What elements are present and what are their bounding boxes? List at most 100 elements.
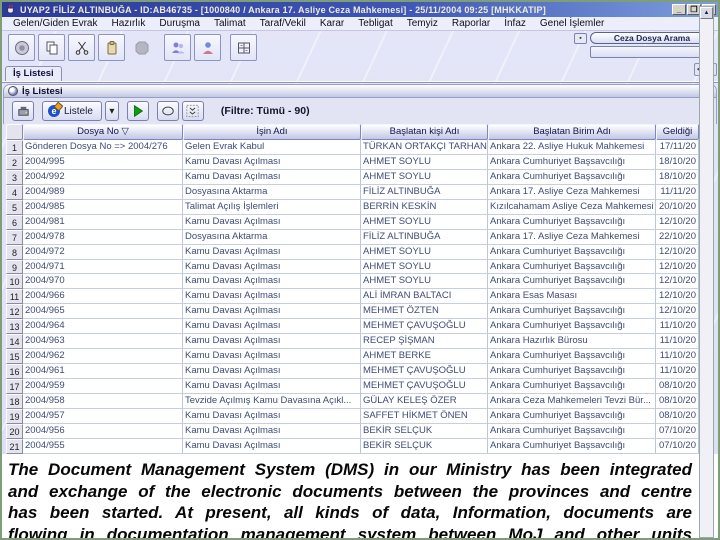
table-row[interactable]: 1 Gönderen Dosya No => 2004/276 Gelen Evra… xyxy=(6,140,699,155)
table-row[interactable]: 10 2004/970 Kamu Davası Açılması AHMET SOYL… xyxy=(6,274,699,290)
menu-item[interactable]: Duruşma xyxy=(152,18,207,29)
menu-item[interactable]: Raporlar xyxy=(445,18,497,29)
table-cell: Dosyasına Aktarma xyxy=(183,229,361,245)
listele-dropdown-button[interactable]: ▾ xyxy=(104,101,119,121)
menu-item[interactable]: Karar xyxy=(313,18,351,29)
criteria-icon[interactable] xyxy=(12,101,34,121)
menu-item[interactable]: Gelen/Giden Evrak xyxy=(6,18,105,29)
table-row[interactable]: 21 2004/955 Kamu Davası Açılması BEKİR SELÇ… xyxy=(6,438,699,454)
paste-icon[interactable] xyxy=(98,34,125,61)
table-cell: Kamu Davası Açılması xyxy=(183,169,361,185)
table-cell: Ankara Cumhuriyet Başsavcılığı xyxy=(488,154,656,170)
table-cell: Kamu Davası Açılması xyxy=(183,319,361,335)
search-options-button[interactable]: ▪ xyxy=(574,33,587,44)
table-row[interactable]: 9 2004/971 Kamu Davası Açılması AHMET SOYLU… xyxy=(6,259,699,275)
chevron-down-icon: ▾ xyxy=(109,105,115,117)
column-header[interactable]: Başlatan kişi Adı xyxy=(361,124,488,140)
menu-item[interactable]: Talimat xyxy=(207,18,253,29)
double-chevron-icon[interactable] xyxy=(181,101,204,121)
table-cell: Kamu Davası Açılması xyxy=(183,423,361,439)
caption-line: has been started. At present, all kinds … xyxy=(8,503,692,522)
table-cell: 2004/989 xyxy=(23,184,183,200)
menu-item[interactable]: Tebligat xyxy=(351,18,399,29)
table-row[interactable]: 6 2004/981 Kamu Davası Açılması AHMET SOYLU… xyxy=(6,214,699,230)
table-cell: SAFFET HİKMET ÖNEN xyxy=(361,408,488,424)
table-cell: 2004/958 xyxy=(23,393,183,409)
table-row[interactable]: 11 2004/966 Kamu Davası Açılması ALİ İMRAN … xyxy=(6,289,699,305)
table-cell: Kamu Davası Açılması xyxy=(183,154,361,170)
table-row[interactable]: 20 2004/956 Kamu Davası Açılması BEKİR SELÇ… xyxy=(6,423,699,439)
table-cell: AHMET SOYLU xyxy=(361,214,488,230)
user-icon[interactable] xyxy=(194,34,221,61)
row-number: 9 xyxy=(6,259,23,275)
table-row[interactable]: 8 2004/972 Kamu Davası Açılması AHMET SOYLU… xyxy=(6,244,699,260)
table-cell: Ankara Cumhuriyet Başsavcılığı xyxy=(488,214,656,230)
table-cell: 18/10/20 xyxy=(656,154,699,170)
copy-icon[interactable] xyxy=(38,34,65,61)
column-header[interactable]: Geldiği xyxy=(656,124,699,140)
menu-item[interactable]: Hazırlık xyxy=(105,18,153,29)
info-icon[interactable] xyxy=(8,34,35,61)
table-cell: Kamu Davası Açılması xyxy=(183,259,361,275)
listele-button[interactable]: Listele xyxy=(42,101,102,121)
search-combobox[interactable]: ▾ xyxy=(590,46,714,58)
listele-label: Listele xyxy=(64,105,93,117)
caption-scroll-up-icon[interactable]: ▲ xyxy=(700,7,713,19)
row-number: 17 xyxy=(6,379,23,394)
table-row[interactable]: 15 2004/962 Kamu Davası Açılması AHMET BERK… xyxy=(6,349,699,365)
search-oval-icon[interactable] xyxy=(156,101,179,121)
caption-line: flowing in documentation management syst… xyxy=(8,524,692,539)
table-row[interactable]: 14 2004/963 Kamu Davası Açılması RECEP ŞİŞM… xyxy=(6,334,699,350)
table-cell: AHMET SOYLU xyxy=(361,274,488,290)
table-row[interactable]: 13 2004/964 Kamu Davası Açılması MEHMET ÇAV… xyxy=(6,319,699,335)
users-icon[interactable] xyxy=(164,34,191,61)
table-cell: Kamu Davası Açılması xyxy=(183,214,361,230)
cut-icon[interactable] xyxy=(68,34,95,61)
table-row[interactable]: 17 2004/959 Kamu Davası Açılması MEHMET ÇAV… xyxy=(6,379,699,394)
table-cell: Ankara Cumhuriyet Başsavcılığı xyxy=(488,259,656,275)
table-row[interactable]: 3 2004/992 Kamu Davası Açılması AHMET SOYLU… xyxy=(6,169,699,185)
table-cell: 2004/955 xyxy=(23,438,183,454)
table-cell: Kamu Davası Açılması xyxy=(183,304,361,320)
table-row[interactable]: 16 2004/961 Kamu Davası Açılması MEHMET ÇAV… xyxy=(6,364,699,379)
title-bar: UYAP2 FİLİZ ALTINBUĞA - ID:AB46735 - [10… xyxy=(2,2,718,17)
listele-e-icon xyxy=(48,105,60,117)
menu-item[interactable]: Temyiz xyxy=(400,18,445,29)
column-header[interactable]: İşin Adı xyxy=(183,124,361,140)
table-cell: BERRİN KESKİN xyxy=(361,199,488,215)
table-row[interactable]: 19 2004/957 Kamu Davası Açılması SAFFET HİK… xyxy=(6,408,699,424)
table-row[interactable]: 5 2004/985 Talimat Açılış İşlemleri BERRİN … xyxy=(6,199,699,215)
table-cell: Gelen Evrak Kabul xyxy=(183,140,361,155)
table-row[interactable]: 2 2004/995 Kamu Davası Açılması AHMET SOYLU… xyxy=(6,154,699,170)
minimize-button[interactable]: _ xyxy=(672,4,686,15)
table-row[interactable]: 12 2004/965 Kamu Davası Açılması MEHMET ÖZT… xyxy=(6,304,699,320)
ceza-dosya-arama-button[interactable]: Ceza Dosya Arama xyxy=(590,32,714,44)
table-cell: AHMET SOYLU xyxy=(361,169,488,185)
table-row[interactable]: 7 2004/978 Dosyasına Aktarma FİLİZ ALTINBUĞ… xyxy=(6,229,699,245)
run-button[interactable] xyxy=(126,101,149,121)
row-number: 10 xyxy=(6,274,23,290)
menu-item[interactable]: Genel İşlemler xyxy=(533,18,611,29)
table-row[interactable]: 18 2004/958 Tevzide Açılmış Kamu Davasına … xyxy=(6,393,699,409)
table-cell: Kamu Davası Açılması xyxy=(183,334,361,350)
table-cell: 2004/992 xyxy=(23,169,183,185)
table-cell: TÜRKAN ORTAKÇI TARHAN xyxy=(361,140,488,155)
table-cell: Ankara Cumhuriyet Başsavcılığı xyxy=(488,349,656,365)
tab-is-listesi[interactable]: İş Listesi xyxy=(5,66,62,81)
table-cell: Kızılcahamam Asliye Ceza Mahkemesi xyxy=(488,199,656,215)
menu-item[interactable]: İnfaz xyxy=(497,18,533,29)
table-cell: 11/10/20 xyxy=(656,364,699,379)
caption-scrollbar[interactable]: ▲ xyxy=(699,6,714,538)
table-cell: AHMET SOYLU xyxy=(361,244,488,260)
table-cell: 2004/971 xyxy=(23,259,183,275)
column-header[interactable]: Dosya No ▽ xyxy=(23,124,183,140)
table-cell: Kamu Davası Açılması xyxy=(183,274,361,290)
table-cell: AHMET SOYLU xyxy=(361,154,488,170)
table-cell: GÜLAY KELEŞ ÖZER xyxy=(361,393,488,409)
calculator-icon[interactable] xyxy=(230,34,257,61)
menu-item[interactable]: Taraf/Vekil xyxy=(253,18,313,29)
table-cell: 22/10/20 xyxy=(656,229,699,245)
stop-icon xyxy=(128,34,155,61)
table-row[interactable]: 4 2004/989 Dosyasına Aktarma FİLİZ ALTINBUĞ… xyxy=(6,184,699,200)
column-header[interactable]: Başlatan Birim Adı xyxy=(488,124,656,140)
